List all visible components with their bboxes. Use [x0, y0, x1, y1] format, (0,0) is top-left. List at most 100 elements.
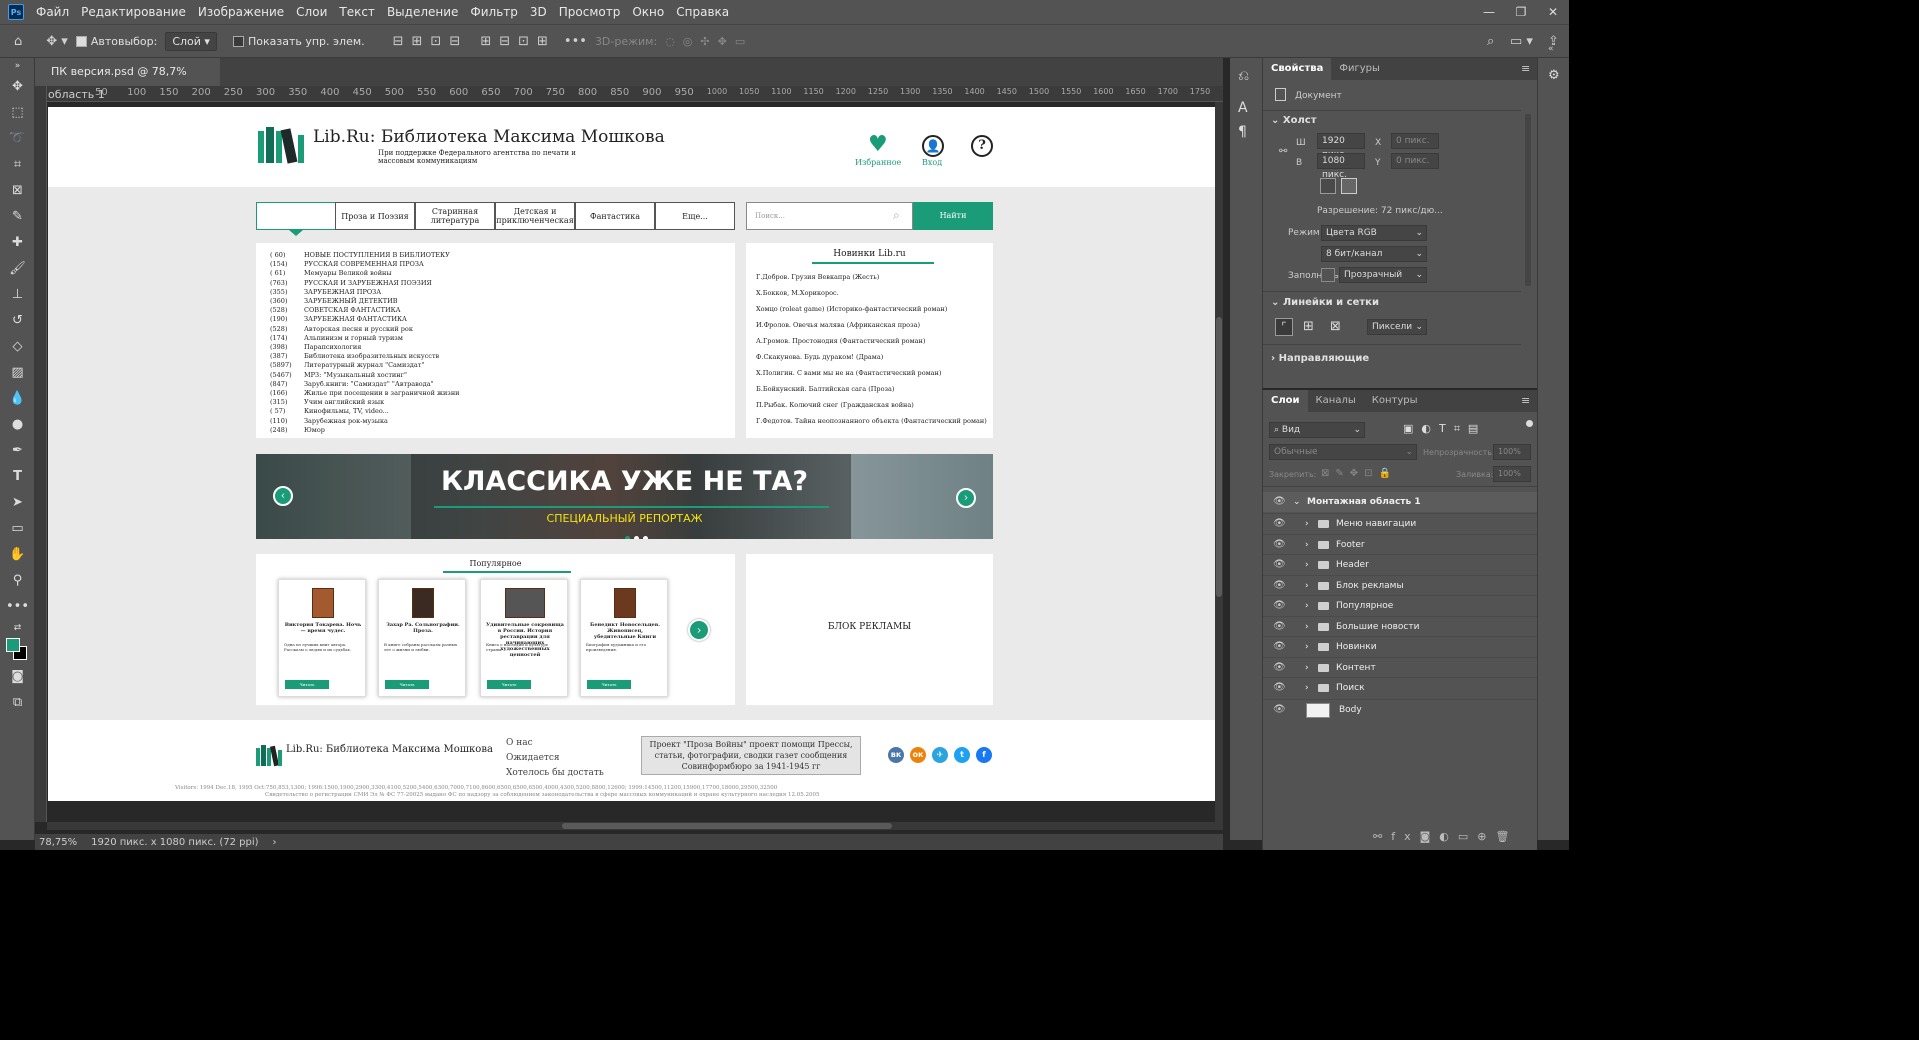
menu-view[interactable]: Просмотр	[553, 5, 627, 19]
collapse-panels-icon[interactable]: «	[1548, 44, 1554, 54]
restore-button[interactable]: ❐	[1505, 0, 1537, 24]
menu-3d[interactable]: 3D	[524, 5, 553, 19]
crop-tool-icon[interactable]: ⌗	[0, 152, 35, 178]
news-item[interactable]: ( 61) Мемуары Великой войны	[270, 269, 735, 278]
news-title[interactable]: ЗАРУБЕЖНАЯ ПРОЗА	[304, 288, 381, 296]
news-title[interactable]: Альпинизм и горный туризм	[304, 334, 403, 342]
history-brush-icon[interactable]: ↺	[0, 308, 35, 334]
search-button[interactable]: Найти	[913, 202, 993, 230]
expand-icon[interactable]: ›	[1305, 637, 1309, 657]
footer-link-expected[interactable]: Ожидается	[506, 751, 604, 766]
expand-icon[interactable]: ›	[1305, 617, 1309, 637]
vk-icon[interactable]: вк	[888, 747, 904, 763]
layer-group[interactable]: 👁 › Новинки	[1263, 636, 1538, 656]
zoom-level[interactable]: 78,75%	[39, 837, 77, 848]
artboard-label[interactable]: область 1	[48, 88, 105, 101]
favorites-label[interactable]: Избранное	[855, 158, 901, 167]
eye-icon[interactable]: 👁	[1273, 514, 1286, 534]
news-title[interactable]: ЗАРУБЕЖНЫЙ ДЕТЕКТИВ	[304, 297, 398, 305]
news-item[interactable]: (5897) Литературный журнал "Самиздат"	[270, 361, 735, 370]
read-button[interactable]: Читать	[487, 680, 531, 689]
menu-file[interactable]: Файл	[30, 5, 75, 19]
color-swatches[interactable]	[0, 636, 34, 664]
show-transform-checkbox[interactable]: Показать упр. элем.	[232, 35, 365, 48]
layer-filter-dropdown[interactable]: ⌕ Вид ⌄	[1269, 422, 1365, 438]
zoom-tool-icon[interactable]: ⚲	[0, 568, 35, 594]
panel-menu-icon[interactable]: ≡	[1521, 62, 1530, 75]
stamp-tool-icon[interactable]: ⊥	[0, 282, 35, 308]
history-icon[interactable]: ⎌	[1238, 68, 1249, 84]
more-options-icon[interactable]: •••	[564, 34, 587, 49]
novelty-item[interactable]: Х.Бокков, М.Хорикорос.	[756, 285, 988, 301]
layer-body[interactable]: 👁 Body	[1263, 698, 1538, 721]
character-icon[interactable]: A	[1238, 100, 1248, 116]
type-tool-icon[interactable]: T	[0, 464, 35, 490]
news-item[interactable]: (166) Жилье при посещении в заграничной ж…	[270, 389, 735, 398]
brush-tool-icon[interactable]: 🖌	[0, 256, 35, 282]
align-icons[interactable]: ⊟⊞⊡⊟ ⊞⊟⊡⊞	[393, 34, 556, 49]
news-item[interactable]: (528) Авторская песня и русский рок	[270, 325, 735, 334]
width-field[interactable]: 1920 пикс.	[1317, 133, 1365, 160]
expand-icon[interactable]: ›	[1305, 658, 1309, 678]
news-item[interactable]: (360) ЗАРУБЕЖНЫЙ ДЕТЕКТИВ	[270, 297, 735, 306]
nav-tab-old[interactable]: Старинная литература	[415, 202, 495, 230]
news-title[interactable]: Юмор	[304, 426, 325, 434]
news-title[interactable]: Мемуары Великой войны	[304, 269, 392, 277]
ok-icon[interactable]: ок	[910, 747, 926, 763]
ruler-icon[interactable]: ⌜	[1275, 318, 1293, 336]
quick-mask-icon[interactable]: ◙	[0, 664, 35, 690]
news-item[interactable]: (110) Зарубежная рок-музыка	[270, 417, 735, 426]
foreground-color-swatch[interactable]	[6, 638, 20, 652]
help-icon[interactable]: ?	[971, 135, 993, 157]
home-icon[interactable]: ⌂	[14, 34, 22, 49]
news-item[interactable]: ( 57) Кинофильмы, TV, video...	[270, 407, 735, 416]
news-item[interactable]: (847) Заруб.книги: "Самиздат" "Автравода"	[270, 380, 735, 389]
news-item[interactable]: (5467) МР3: "Музыкальный хостинг"	[270, 371, 735, 380]
menu-window[interactable]: Окно	[626, 5, 670, 19]
layer-group[interactable]: 👁 › Меню навигации	[1263, 513, 1538, 533]
expand-icon[interactable]: ›	[1305, 514, 1309, 534]
workspace-icon[interactable]: ▭ ▾	[1510, 34, 1533, 49]
eye-icon[interactable]: 👁	[1273, 535, 1286, 555]
book-card[interactable]: Удивительные сокровища в России. История…	[480, 579, 568, 697]
more-tools-icon[interactable]: •••	[0, 594, 35, 620]
nav-tab-fantasy[interactable]: Фантастика	[575, 202, 655, 230]
layer-group[interactable]: 👁 › Блок рекламы	[1263, 574, 1538, 595]
nav-tab-more[interactable]: Еще...	[655, 202, 735, 230]
news-title[interactable]: РУССКАЯ СОВРЕМЕННАЯ ПРОЗА	[304, 260, 424, 268]
expand-icon[interactable]: ⌄	[1293, 492, 1301, 512]
novelty-item[interactable]: А.Громов. Простонодия (Фантастический ро…	[756, 333, 988, 349]
novelty-item[interactable]: Г.Федотов. Тайна неопознанного объекта (…	[756, 413, 988, 429]
login-label[interactable]: Вход	[922, 158, 942, 167]
dot-icon[interactable]	[633, 536, 639, 539]
rectangle-tool-icon[interactable]: ▭	[0, 516, 35, 542]
fill-dropdown[interactable]: Прозрачный ⌄	[1339, 267, 1427, 283]
pen-tool-icon[interactable]: ✒	[0, 438, 35, 464]
menu-text[interactable]: Текст	[333, 5, 381, 19]
dodge-tool-icon[interactable]: ●	[0, 412, 35, 438]
news-item[interactable]: (248) Юмор	[270, 426, 735, 435]
fill-swatch[interactable]	[1321, 268, 1335, 282]
x-field[interactable]: 0 пикс.	[1391, 133, 1439, 149]
novelty-item[interactable]: И.Фролов. Овечья малява (Африканская про…	[756, 317, 988, 333]
collapse-icon[interactable]: »	[0, 58, 35, 74]
news-item[interactable]: (154) РУССКАЯ СОВРЕМЕННАЯ ПРОЗА	[270, 260, 735, 269]
eye-icon[interactable]: 👁	[1273, 637, 1286, 657]
tab-properties[interactable]: Свойства	[1263, 58, 1332, 80]
news-title[interactable]: СОВЕТСКАЯ ФАНТАСТИКА	[304, 306, 401, 314]
properties-strip-icon[interactable]: ⚙	[1548, 68, 1560, 83]
banner-next-button[interactable]: ›	[956, 488, 976, 508]
menu-filter[interactable]: Фильтр	[464, 5, 523, 19]
move-tool-icon[interactable]: ✥	[0, 74, 35, 100]
news-title[interactable]: Парапсихология	[304, 343, 361, 351]
dot-icon[interactable]	[625, 536, 630, 539]
news-title[interactable]: РУССКАЯ И ЗАРУБЕЖНАЯ ПОЭЗИЯ	[304, 279, 432, 287]
fill-field[interactable]: 100%	[1493, 466, 1531, 482]
news-item[interactable]: ( 60) НОВЫЕ ПОСТУПЛЕНИЯ В БИБЛИОТЕКУ	[270, 251, 735, 260]
news-title[interactable]: НОВЫЕ ПОСТУПЛЕНИЯ В БИБЛИОТЕКУ	[304, 251, 450, 259]
expand-icon[interactable]: ›	[1305, 555, 1309, 575]
novelty-item[interactable]: Ф.Скакунова. Будь дураком! (Драма)	[756, 349, 988, 365]
scroll-thumb[interactable]	[562, 823, 892, 829]
banner[interactable]: КЛАССИКА УЖЕ НЕ ТА? СПЕЦИАЛЬНЫЙ РЕПОРТАЖ…	[256, 454, 993, 539]
news-item[interactable]: (315) Учим английский язык	[270, 398, 735, 407]
